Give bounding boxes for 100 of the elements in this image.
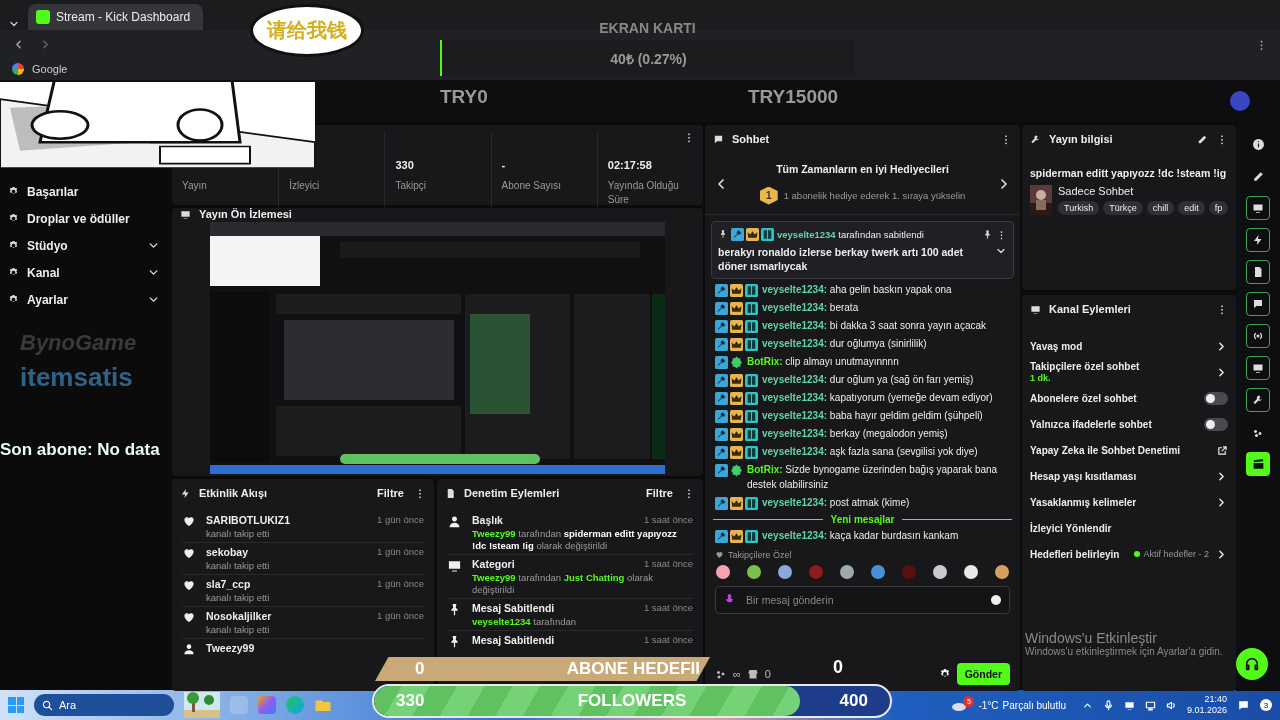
crown-badge-icon — [730, 428, 743, 441]
user-name[interactable]: Tweezy99 — [206, 642, 255, 654]
bolt-button[interactable] — [1246, 228, 1270, 252]
screen-icon — [1252, 202, 1264, 214]
channel-action[interactable]: Hedefleri belirleyin Aktif hedefler - 2 — [1030, 541, 1228, 567]
wrench-button[interactable] — [1246, 388, 1270, 412]
stat-label: Yayın — [182, 179, 208, 193]
mic-icon[interactable] — [1102, 699, 1114, 711]
channel-action[interactable]: Yavaş mod — [1030, 333, 1228, 359]
sidebar-item[interactable]: Droplar ve ödüller — [8, 209, 160, 228]
person-card-icon — [447, 514, 462, 529]
user-avatar[interactable] — [1230, 91, 1250, 111]
emote-icon[interactable] — [746, 563, 762, 580]
store-icon — [746, 668, 759, 680]
sidebar-item[interactable]: Ayarlar — [8, 290, 160, 309]
filter-button[interactable]: Filtre — [644, 485, 675, 501]
clock-time[interactable]: 21:40 — [1204, 694, 1227, 705]
wrench-icon — [1252, 394, 1264, 406]
sidebar-item[interactable]: Başarılar — [8, 182, 160, 201]
tag[interactable]: fp — [1208, 201, 1228, 215]
user-name[interactable]: Nosokaljilker — [206, 610, 272, 622]
emote-icon[interactable] — [932, 563, 948, 580]
stat-label: İzleyici — [289, 179, 321, 193]
tag[interactable]: edit — [1178, 201, 1205, 215]
sidebar-item[interactable]: Stüdyo — [8, 236, 160, 255]
crown-badge-icon — [730, 530, 743, 543]
toggle-switch[interactable] — [1204, 391, 1228, 405]
og-badge-icon — [745, 496, 758, 510]
video-button[interactable] — [1246, 356, 1270, 380]
emote-icon[interactable] — [963, 563, 979, 580]
chat-message: veyselte1234: aha gelin baskın yapak ona — [762, 283, 953, 297]
stat-label: Yayında Olduğu Süre — [607, 179, 680, 207]
emote-icon[interactable] — [994, 563, 1010, 580]
channel-action[interactable]: Abonelere özel sohbet — [1030, 385, 1228, 411]
channel-action[interactable]: Yalnızca ifadelerle sohbet — [1030, 411, 1228, 437]
goal-start: TRY0 — [440, 86, 488, 108]
user-name[interactable]: sekobay — [206, 546, 249, 558]
points-icon — [715, 668, 727, 680]
sidebar-item[interactable]: Kanal — [8, 263, 160, 282]
action-title: Başlık — [472, 514, 503, 526]
document-icon — [1252, 266, 1264, 278]
og-badge-icon — [761, 228, 774, 241]
document-button[interactable] — [1246, 260, 1270, 284]
chat-message: veyselte1234: dur oğlum ya (sağ ön farı yemiş) — [762, 373, 975, 387]
channel-action[interactable]: İzleyici Yönlendir — [1030, 515, 1228, 541]
panel-title: Etkinlik Akışı — [199, 487, 269, 499]
event-time: 1 gün önce — [377, 578, 424, 589]
chat-button[interactable] — [1246, 292, 1270, 316]
clock-date[interactable]: 9.01.2026 — [1186, 705, 1227, 716]
nav-icon — [8, 240, 19, 251]
hammer-badge-icon — [715, 284, 728, 297]
tag[interactable]: Turkish — [1058, 201, 1100, 215]
pencil-icon — [1251, 169, 1265, 183]
broadcast-button[interactable] — [1246, 324, 1270, 348]
category-name[interactable]: Sadece Sohbet — [1058, 185, 1228, 197]
og-badge-icon — [745, 410, 758, 423]
crown-badge-icon — [730, 392, 743, 405]
event-text: kanalı takip etti — [206, 560, 271, 572]
settings-icon[interactable] — [938, 668, 951, 680]
channel-action[interactable]: Hesap yaşı kısıtlaması — [1030, 463, 1228, 489]
unpin-icon[interactable] — [982, 228, 993, 240]
nav-icon — [8, 213, 19, 224]
start-button[interactable] — [8, 697, 24, 713]
chat-message: veyselte1234: kapatıyorum (yemeğe devam ediyor) — [762, 391, 994, 405]
send-button[interactable]: Gönder — [956, 663, 1010, 685]
chat-message: veyselte1234: bi dakka 3 saat sonra yayın açacak — [762, 319, 988, 333]
channel-action[interactable]: Yasaklanmış kelimeler — [1030, 489, 1228, 515]
filter-button[interactable]: Filtre — [375, 485, 406, 501]
pinned-message: berakyı ronaldo izlerse berkay twerk artı 100 adet döner ısmarlıycak — [718, 245, 965, 273]
user-name[interactable]: SARIBOTLUKIZ1 — [206, 514, 290, 526]
display-icon[interactable] — [1123, 699, 1135, 711]
emote-icon[interactable] — [777, 563, 793, 580]
panel-title: Kanal Eylemleri — [1049, 303, 1132, 315]
hammer-badge-icon — [715, 410, 728, 423]
toggle-switch[interactable] — [1204, 417, 1228, 431]
notification-icon[interactable] — [1237, 698, 1250, 712]
channel-action[interactable]: Takipçilere özel sohbet 1 dk. — [1030, 359, 1228, 385]
chat-message: BotRix: Sizde bynogame üzerinden bağış yaparak bana destek olabilirsiniz — [747, 463, 999, 492]
message-input[interactable]: Bir mesaj gönderin — [715, 585, 1010, 614]
tag[interactable]: Türkçe — [1103, 201, 1143, 215]
tag[interactable]: chill — [1146, 201, 1175, 215]
edit-icon[interactable] — [1197, 133, 1208, 145]
volume-icon[interactable] — [1165, 699, 1177, 711]
verified-badge-icon — [730, 356, 743, 369]
chat-message: veyselte1234: post atmak (kime) — [762, 495, 911, 510]
browser-tab[interactable]: Stream - Kick Dashboard — [28, 4, 203, 30]
stream-title: spiderman editt yapıyozz !dc !steam !ig — [1030, 167, 1228, 179]
capture-button[interactable] — [1246, 196, 1270, 220]
network-icon[interactable] — [1144, 699, 1156, 711]
action-time: 1 saat önce — [643, 634, 693, 645]
clapper-button[interactable] — [1246, 452, 1270, 476]
goal-current: 330 — [396, 691, 425, 711]
search-field[interactable]: Ara — [34, 694, 174, 716]
activation-text: Windows'u etkinleştirmek için Ayarlar'a gidin. — [1025, 646, 1223, 657]
emote-icon[interactable] — [715, 563, 731, 580]
channel-action[interactable]: Yapay Zeka ile Sohbet Denetimi — [1030, 437, 1228, 463]
user-name[interactable]: sla7_ccp — [206, 578, 251, 590]
bookmark-link[interactable]: Google — [32, 63, 68, 75]
emoji-icon[interactable] — [990, 593, 1002, 606]
emote-icon[interactable] — [839, 563, 855, 580]
